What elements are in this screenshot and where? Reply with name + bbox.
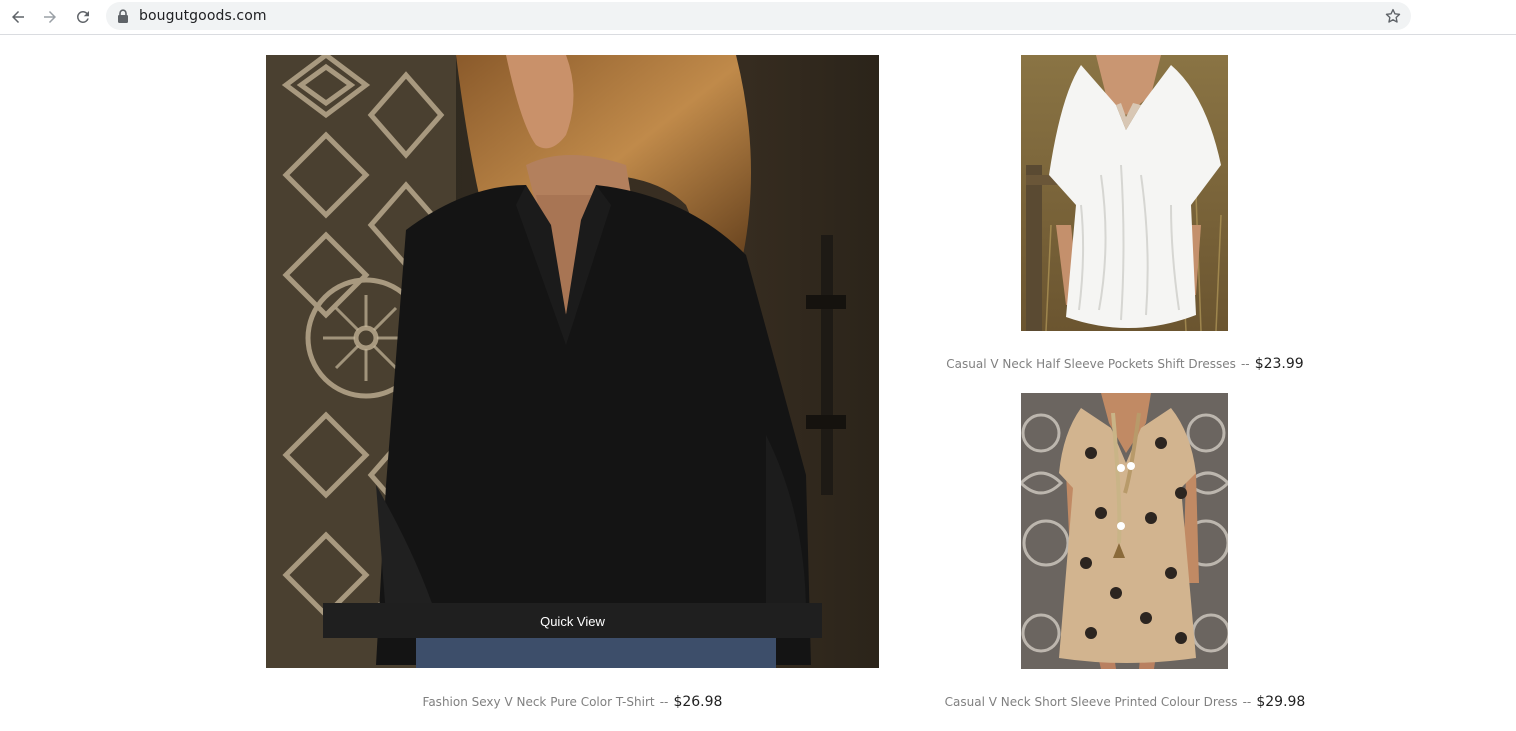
product-caption[interactable]: Casual V Neck Short Sleeve Printed Colou… bbox=[930, 691, 1320, 710]
address-bar[interactable]: bougutgoods.com bbox=[106, 2, 1411, 30]
product-name[interactable]: Fashion Sexy V Neck Pure Color T-Shirt bbox=[423, 695, 655, 709]
price-separator: -- bbox=[659, 695, 669, 709]
quick-view-button[interactable]: Quick View bbox=[323, 603, 822, 638]
price-separator: -- bbox=[1242, 695, 1252, 709]
product-caption[interactable]: Casual V Neck Half Sleeve Pockets Shift … bbox=[930, 353, 1320, 372]
product-image-printed-dress[interactable] bbox=[1021, 393, 1228, 669]
product-price: $26.98 bbox=[673, 694, 723, 710]
product-price: $23.99 bbox=[1254, 356, 1304, 372]
star-icon[interactable] bbox=[1384, 7, 1402, 25]
product-name[interactable]: Casual V Neck Half Sleeve Pockets Shift … bbox=[946, 357, 1236, 371]
browser-toolbar: bougutgoods.com bbox=[0, 0, 1516, 35]
lock-icon bbox=[118, 9, 128, 23]
product-price: $29.98 bbox=[1256, 694, 1306, 710]
back-arrow-icon[interactable] bbox=[6, 5, 30, 29]
forward-arrow-icon[interactable] bbox=[38, 5, 62, 29]
product-image-black-tshirt[interactable]: Quick View bbox=[266, 55, 879, 668]
product-name[interactable]: Casual V Neck Short Sleeve Printed Colou… bbox=[945, 695, 1238, 709]
product-caption[interactable]: Fashion Sexy V Neck Pure Color T-Shirt -… bbox=[266, 691, 879, 710]
reload-icon[interactable] bbox=[71, 5, 95, 29]
price-separator: -- bbox=[1240, 357, 1250, 371]
product-image-white-dress[interactable] bbox=[1021, 55, 1228, 331]
url-text[interactable]: bougutgoods.com bbox=[139, 8, 267, 24]
